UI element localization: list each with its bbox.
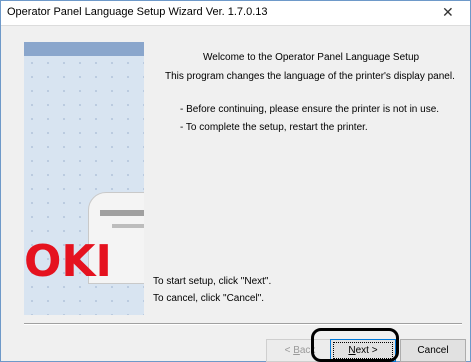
printer-slot-lower [112,224,144,228]
banner-stripe [24,42,144,56]
note-printer-not-in-use: - Before continuing, please ensure the p… [180,104,440,115]
button-separator [24,323,462,325]
start-hint: To start setup, click "Next". [153,276,272,287]
annotation-highlight-circle [311,328,399,362]
title-bar[interactable]: Operator Panel Language Setup Wizard Ver… [1,1,470,26]
back-prefix: < [284,345,294,356]
back-mnemonic: B [293,345,300,356]
close-icon: ✕ [442,4,454,20]
welcome-heading: Welcome to the Operator Panel Language S… [203,52,420,63]
close-button[interactable]: ✕ [428,1,470,25]
oki-logo: OKI [24,236,112,287]
wizard-banner-image: OKI [24,42,144,315]
window-title: Operator Panel Language Setup Wizard Ver… [7,6,268,18]
description-text: This program changes the language of the… [165,71,455,82]
printer-slot [100,210,144,216]
cancel-hint: To cancel, click "Cancel". [153,293,265,304]
note-restart-printer: - To complete the setup, restart the pri… [180,122,368,133]
cancel-button[interactable]: Cancel [400,339,466,362]
